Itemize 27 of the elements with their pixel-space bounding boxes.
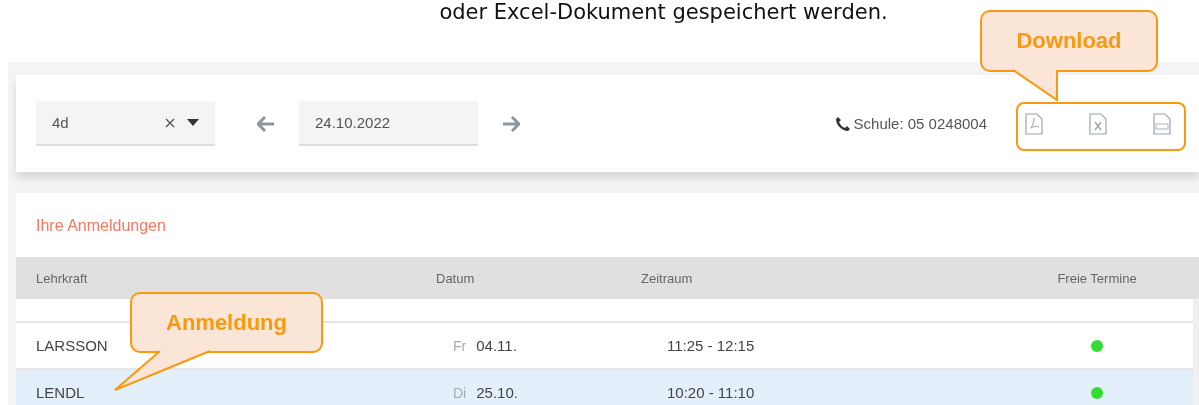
date: 25.10. (476, 384, 518, 401)
teacher-name: LARSSON (36, 337, 109, 354)
section-title: Ihre Anmeldungen (35, 216, 167, 236)
next-arrow-icon[interactable] (502, 115, 520, 132)
weekday: Di (453, 385, 467, 401)
phone-icon (834, 115, 851, 132)
scrollbar[interactable] (1193, 299, 1199, 405)
tooltip-pointer (1012, 69, 1058, 102)
school-phone: Schule: 05 0248004 (853, 115, 987, 132)
date: 04.11. (476, 337, 517, 354)
pdf-file-icon[interactable] (1025, 112, 1043, 135)
time-range: 10:20 - 11:10 (666, 384, 756, 401)
xlsx-file-icon[interactable] (1089, 112, 1107, 135)
column-header[interactable]: Datum (436, 270, 641, 286)
dropdown-caret-icon[interactable] (187, 119, 199, 126)
teacher-name: LENDL (36, 384, 86, 401)
weekday: Fr (453, 338, 467, 354)
time-range: 11:25 - 12:15 (666, 337, 756, 354)
previous-arrow-icon[interactable] (257, 115, 275, 132)
csv-file-icon[interactable] (1153, 112, 1171, 135)
column-header[interactable]: Freie Termine (1057, 270, 1137, 286)
class-select[interactable]: 4d (36, 101, 215, 146)
column-header[interactable]: Zeitraum (641, 270, 1055, 286)
column-header[interactable]: Lehrkraft (36, 270, 436, 286)
clear-icon[interactable] (165, 117, 175, 128)
document-text: oder Excel-Dokument gespeichert werden. (439, 0, 888, 26)
date-field[interactable]: 24.10.2022 (299, 101, 478, 146)
